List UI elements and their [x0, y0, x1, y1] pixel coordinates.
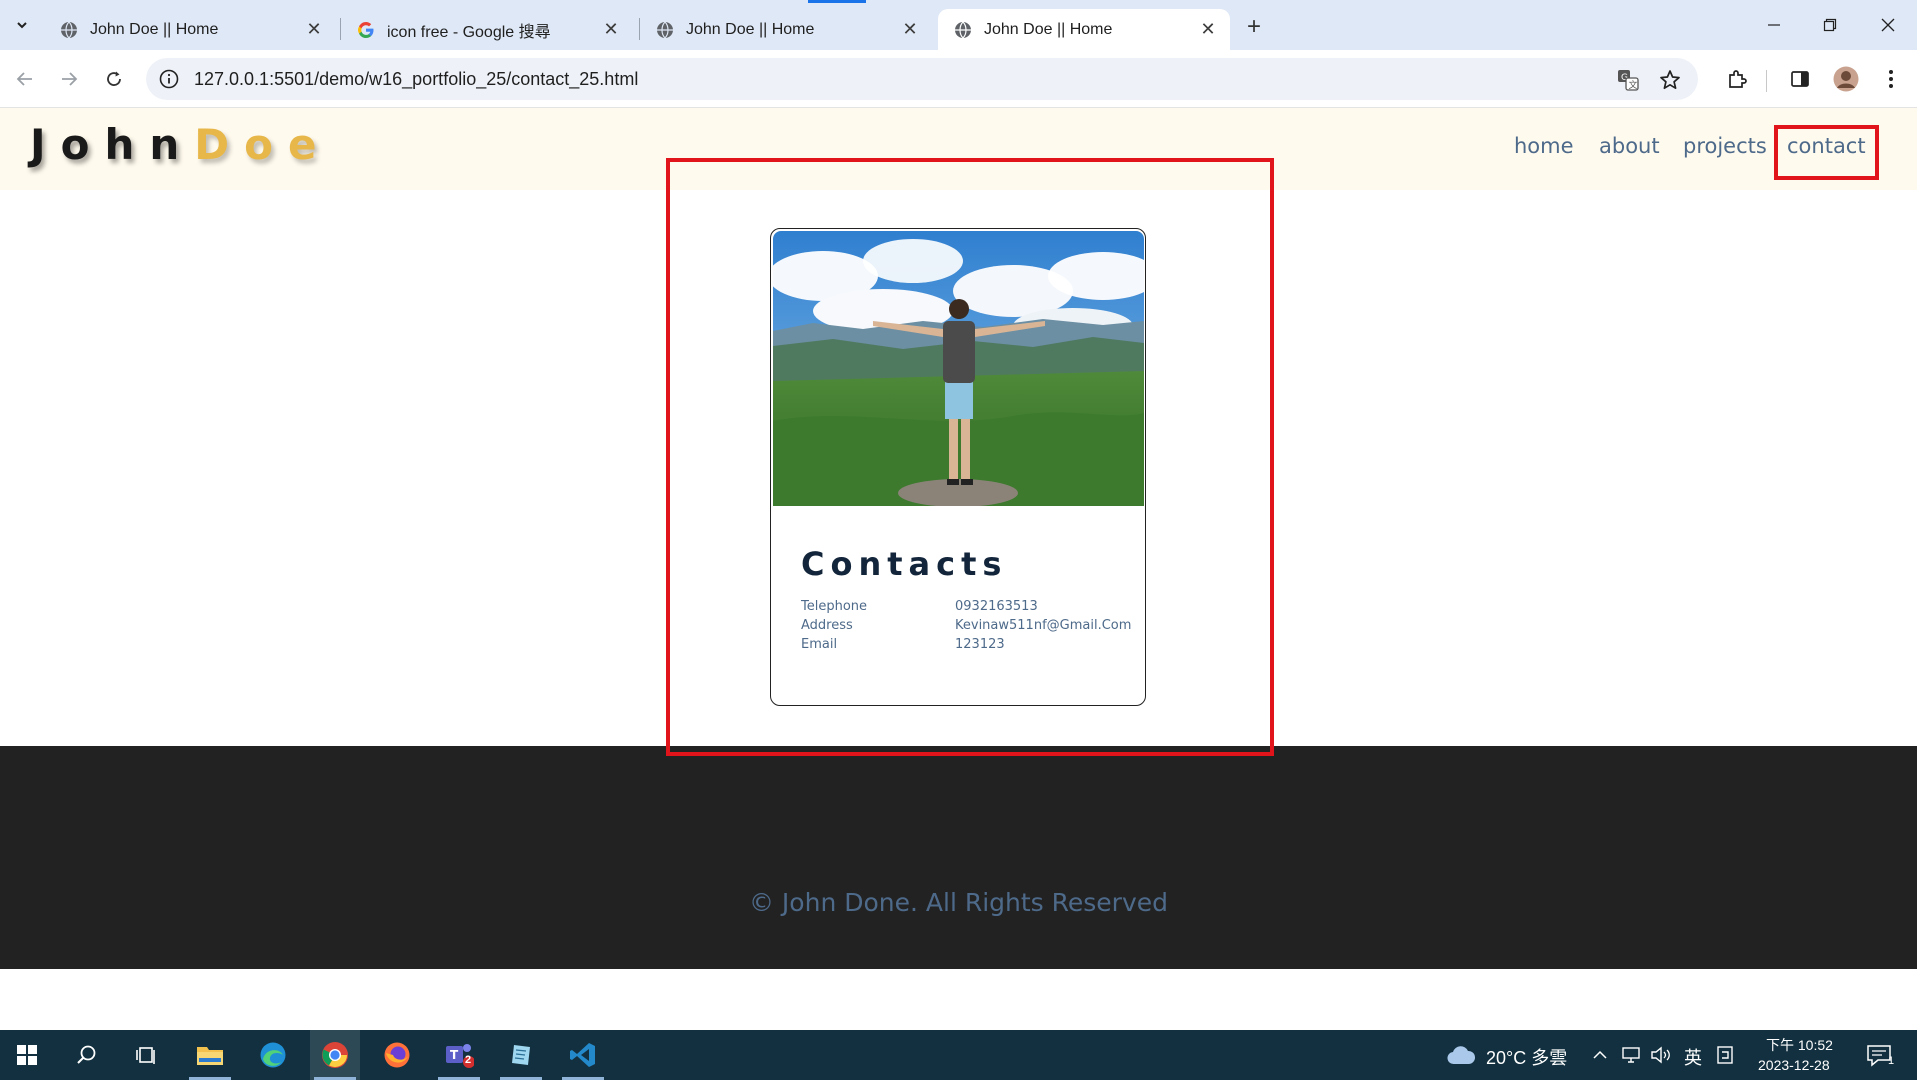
restore-icon — [1823, 18, 1837, 32]
profile-avatar[interactable] — [1831, 64, 1861, 94]
logo-first-name: John — [30, 120, 195, 169]
side-panel-icon[interactable] — [1785, 64, 1815, 94]
google-icon — [358, 21, 374, 38]
nav-link-home[interactable]: home — [1514, 134, 1574, 158]
translate-icon[interactable]: G文 — [1616, 68, 1640, 92]
restore-button[interactable] — [1810, 10, 1850, 40]
taskbar-firefox[interactable] — [372, 1030, 422, 1080]
arrow-right-icon — [62, 72, 78, 86]
ime-mode-icon[interactable] — [1716, 1045, 1734, 1065]
clock-time[interactable]: 下午 10:52 — [1766, 1035, 1833, 1055]
taskbar-file-explorer[interactable] — [185, 1030, 235, 1080]
reload-icon — [107, 71, 121, 86]
close-icon[interactable]: ✕ — [1198, 19, 1218, 40]
nav-link-about[interactable]: about — [1599, 134, 1660, 158]
browser-toolbar: 127.0.0.1:5501/demo/w16_portfolio_25/con… — [0, 50, 1917, 108]
vscode-icon — [570, 1043, 595, 1067]
tab-title: icon free - Google 搜尋 — [387, 23, 551, 41]
network-icon[interactable] — [1620, 1046, 1642, 1064]
task-view-button[interactable] — [122, 1030, 172, 1080]
notepad-icon — [512, 1045, 530, 1065]
clock-date[interactable]: 2023-12-28 — [1758, 1057, 1830, 1073]
ime-indicator[interactable]: 英 — [1684, 1044, 1702, 1070]
windows-logo-icon — [17, 1045, 37, 1065]
toolbar-divider — [1766, 70, 1767, 92]
url-text[interactable]: 127.0.0.1:5501/demo/w16_portfolio_25/con… — [194, 69, 638, 90]
taskbar-notepad[interactable] — [496, 1030, 546, 1080]
windows-taskbar: T 2 20°C 多雲 英 下午 10:52 2023-12-28 1 — [0, 1030, 1917, 1080]
close-icon[interactable]: ✕ — [900, 19, 920, 40]
close-icon — [1881, 18, 1895, 32]
highlight-box-card — [666, 158, 1274, 756]
notification-count: 1 — [1888, 1055, 1895, 1067]
chevron-down-icon — [17, 22, 27, 29]
taskbar-edge[interactable] — [248, 1030, 298, 1080]
forward-button[interactable] — [54, 64, 84, 94]
folder-icon — [197, 1047, 223, 1065]
minimize-icon — [1768, 24, 1780, 26]
taskbar-teams[interactable]: T 2 — [434, 1030, 484, 1080]
tab-title: John Doe || Home — [90, 20, 219, 38]
address-bar[interactable]: 127.0.0.1:5501/demo/w16_portfolio_25/con… — [146, 58, 1698, 100]
cloud-icon[interactable] — [1446, 1044, 1476, 1066]
back-button[interactable] — [10, 64, 40, 94]
svg-text:文: 文 — [1629, 79, 1638, 91]
tab-john-doe-1[interactable]: John Doe || Home ✕ — [44, 9, 336, 50]
globe-icon — [61, 21, 77, 38]
svg-text:T: T — [450, 1048, 459, 1062]
chevron-up-icon[interactable] — [1592, 1048, 1608, 1062]
tab-john-doe-active[interactable]: John Doe || Home ✕ — [938, 9, 1230, 50]
reload-button[interactable] — [99, 64, 129, 94]
arrow-left-icon — [16, 72, 32, 86]
edge-icon — [260, 1042, 286, 1068]
highlight-box-contact-link — [1774, 125, 1879, 180]
info-icon[interactable] — [158, 68, 180, 90]
minimize-button[interactable] — [1754, 10, 1794, 40]
tab-title: John Doe || Home — [686, 20, 815, 38]
teams-badge-count: 2 — [465, 1054, 472, 1066]
browser-tab-strip: John Doe || Home ✕ icon free - Google 搜尋… — [0, 0, 1917, 50]
extensions-icon[interactable] — [1722, 64, 1752, 94]
globe-icon — [657, 21, 673, 38]
volume-icon[interactable] — [1650, 1046, 1672, 1064]
site-footer: © John Done. All Rights Reserved — [0, 746, 1917, 969]
start-button[interactable] — [2, 1030, 52, 1080]
copyright-text: © John Done. All Rights Reserved — [748, 888, 1169, 917]
logo-last-name: Doe — [194, 120, 332, 169]
firefox-icon — [384, 1042, 410, 1068]
tab-title: John Doe || Home — [984, 20, 1113, 38]
globe-icon — [955, 21, 971, 38]
close-icon[interactable]: ✕ — [304, 19, 324, 40]
new-tab-button[interactable]: + — [1240, 13, 1268, 41]
nav-link-projects[interactable]: projects — [1683, 134, 1767, 158]
taskbar-chrome[interactable] — [310, 1030, 360, 1080]
tab-google-search[interactable]: icon free - Google 搜尋 ✕ — [341, 9, 633, 50]
window-close-button[interactable] — [1868, 10, 1908, 40]
chrome-icon — [322, 1042, 348, 1068]
task-view-icon — [136, 1047, 155, 1064]
tab-john-doe-2[interactable]: John Doe || Home ✕ — [640, 9, 932, 50]
search-button[interactable] — [62, 1030, 112, 1080]
taskbar-vscode[interactable] — [558, 1030, 608, 1080]
tab-loading-indicator — [808, 0, 866, 3]
search-icon — [77, 1045, 96, 1064]
weather-text[interactable]: 20°C 多雲 — [1486, 1044, 1567, 1070]
site-logo[interactable]: JohnDoe — [30, 120, 332, 169]
bookmark-star-icon[interactable] — [1658, 68, 1682, 92]
more-menu-icon[interactable] — [1876, 64, 1906, 94]
close-icon[interactable]: ✕ — [601, 19, 621, 40]
tab-search-button[interactable] — [9, 12, 35, 38]
